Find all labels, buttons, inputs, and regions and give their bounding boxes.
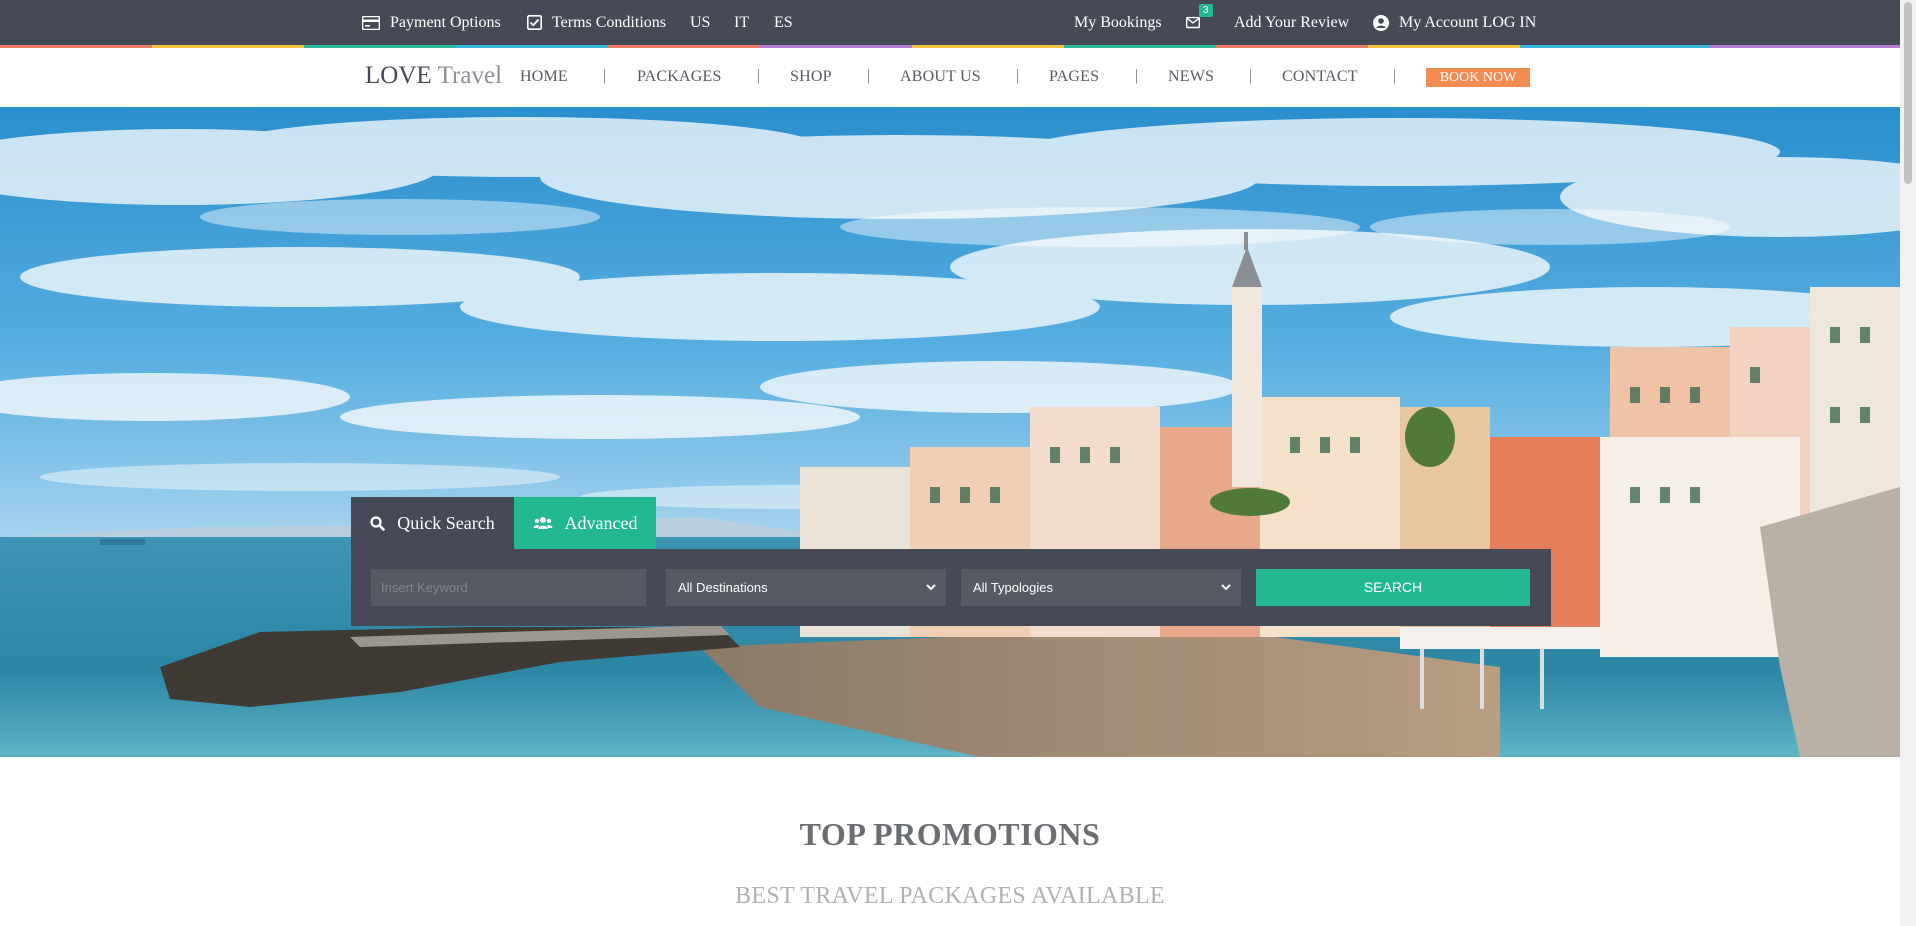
nav-separator: | (757, 67, 761, 84)
hero-banner: Quick Search Advanced All Destinations A… (0, 107, 1900, 757)
scrollbar-thumb[interactable] (1904, 2, 1912, 184)
nav-separator: | (1393, 67, 1397, 84)
nav-item-contact[interactable]: CONTACT (1282, 68, 1358, 86)
nav-item-packages[interactable]: PACKAGES (637, 68, 722, 86)
add-review-link[interactable]: Add Your Review (1234, 0, 1349, 45)
nav-separator: | (603, 67, 607, 84)
tab-advanced[interactable]: Advanced (514, 497, 656, 549)
envelope-icon (1186, 16, 1200, 29)
mail-button[interactable]: 3 (1186, 0, 1213, 45)
top-bar: Payment Options Terms Conditions US IT E… (0, 0, 1900, 48)
typologies-select[interactable]: All Typologies (961, 569, 1241, 606)
my-bookings-link[interactable]: My Bookings (1074, 0, 1162, 45)
nav-separator: | (867, 67, 871, 84)
my-account-link[interactable]: My Account LOG IN (1373, 0, 1536, 45)
logo-secondary: Travel (437, 62, 503, 89)
credit-card-icon (362, 15, 380, 30)
payment-options-label: Payment Options (390, 13, 501, 31)
lang-es-link[interactable]: ES (774, 0, 793, 45)
lang-it-label: IT (734, 13, 750, 31)
nav-item-news[interactable]: NEWS (1168, 68, 1214, 86)
add-review-label: Add Your Review (1234, 13, 1350, 31)
tab-advanced-label: Advanced (564, 512, 638, 533)
nav-separator: | (1135, 67, 1139, 84)
user-circle-icon (1373, 14, 1389, 31)
lang-us-label: US (690, 13, 711, 31)
typologies-select-value: All Typologies (973, 580, 1053, 595)
search-panel: All Destinations All Typologies SEARCH (351, 549, 1551, 626)
nav-item-shop[interactable]: SHOP (790, 68, 832, 86)
my-bookings-label: My Bookings (1074, 13, 1162, 31)
tab-quick-search-label: Quick Search (397, 512, 495, 533)
logo-primary: LOVE (365, 62, 432, 89)
search-button[interactable]: SEARCH (1256, 569, 1530, 606)
site-logo[interactable]: LOVE Travel (365, 62, 502, 90)
lang-us-link[interactable]: US (690, 0, 710, 45)
my-account-label: My Account LOG IN (1399, 13, 1537, 31)
lang-es-label: ES (774, 13, 793, 31)
chevron-down-icon (1221, 569, 1231, 620)
section-subtitle: BEST TRAVEL PACKAGES AVAILABLE (735, 883, 1165, 909)
lang-it-link[interactable]: IT (734, 0, 749, 45)
destinations-select[interactable]: All Destinations (666, 569, 946, 606)
destinations-select-value: All Destinations (678, 580, 768, 595)
users-icon (533, 517, 553, 529)
hero-coastal-town-image (0, 107, 1900, 757)
terms-conditions-link[interactable]: Terms Conditions (527, 0, 666, 45)
mail-count-badge: 3 (1199, 4, 1213, 17)
page-scrollbar[interactable] (1900, 0, 1916, 926)
keyword-input[interactable] (371, 569, 646, 606)
payment-options-link[interactable]: Payment Options (362, 0, 501, 45)
terms-conditions-label: Terms Conditions (552, 13, 666, 31)
nav-separator: | (1249, 67, 1253, 84)
main-nav: LOVE Travel HOME | PACKAGES | SHOP | ABOU… (0, 48, 1900, 107)
nav-item-pages[interactable]: PAGES (1049, 68, 1099, 86)
nav-item-about-us[interactable]: ABOUT US (900, 68, 981, 86)
tab-quick-search[interactable]: Quick Search (351, 497, 514, 549)
nav-item-home[interactable]: HOME (520, 68, 568, 86)
section-title: TOP PROMOTIONS (799, 816, 1101, 852)
chevron-down-icon (926, 569, 936, 620)
checkbox-icon (527, 15, 542, 30)
search-icon (370, 515, 386, 531)
book-now-button[interactable]: BOOK NOW (1426, 68, 1530, 87)
nav-separator: | (1016, 67, 1020, 84)
